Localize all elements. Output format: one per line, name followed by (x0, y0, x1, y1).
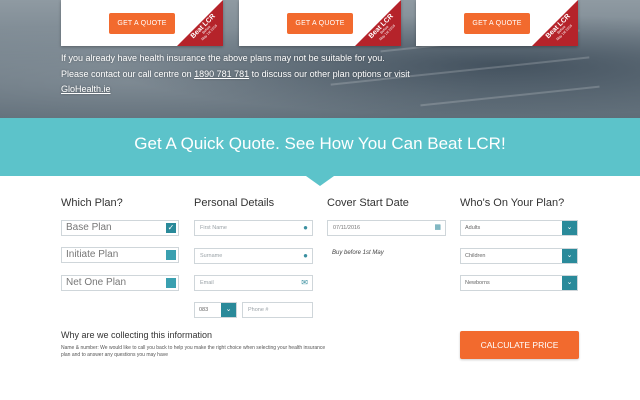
quick-quote-band: Get A Quick Quote. See How You Can Beat … (0, 118, 640, 186)
plan-option-label: Base Plan (66, 222, 112, 233)
call-centre-phone-link[interactable]: 1890 781 781 (194, 69, 249, 79)
envelope-icon: ✉ (301, 278, 308, 287)
first-name-placeholder: First Name (200, 225, 227, 231)
email-field[interactable]: Email ✉ (194, 275, 313, 291)
cover-start-date-field[interactable]: 07/11/2016 ▦ (327, 220, 446, 236)
notice-line-1: If you already have health insurance the… (61, 53, 385, 63)
cover-start-date-title: Cover Start Date (327, 197, 409, 209)
adults-select[interactable]: Adults ⌄ (460, 220, 578, 236)
band-pointer (306, 176, 334, 186)
chevron-down-icon[interactable]: ⌄ (562, 276, 577, 290)
calculate-price-button[interactable]: CALCULATE PRICE (460, 331, 579, 359)
plan-card: GET A QUOTE Beat LCR Before May 1st 2016 (416, 0, 578, 46)
why-collecting-title: Why are we collecting this information (61, 330, 213, 340)
chevron-down-icon[interactable]: ⌄ (562, 249, 577, 263)
newborns-select[interactable]: Newborns ⌄ (460, 275, 578, 291)
email-placeholder: Email (200, 280, 214, 286)
person-icon: ● (303, 223, 308, 232)
glohealth-link[interactable]: GloHealth.ie (61, 82, 481, 98)
plan-option-label: Net One Plan (66, 277, 127, 288)
get-a-quote-button[interactable]: GET A QUOTE (464, 13, 530, 34)
notice-line-2-suffix: to discuss our other plan options or vis… (249, 68, 410, 79)
notice-line-2-prefix: Please contact our call centre on (61, 68, 195, 79)
buy-before-note: Buy before 1st May (332, 250, 384, 256)
quick-quote-heading: Get A Quick Quote. See How You Can Beat … (134, 134, 506, 153)
why-collecting-body: Name & number: We would like to call you… (61, 345, 326, 358)
cover-start-date-value: 07/11/2016 (333, 225, 361, 231)
whos-on-plan-title: Who's On Your Plan? (460, 197, 565, 209)
plan-option-initiate[interactable]: Initiate Plan (61, 247, 179, 263)
surname-field[interactable]: Surname ● (194, 248, 313, 264)
which-plan-title: Which Plan? (61, 197, 123, 209)
phone-prefix-select[interactable]: 083 ⌄ (194, 302, 237, 318)
surname-placeholder: Surname (200, 253, 223, 259)
unchecked-checkbox-icon[interactable] (166, 250, 176, 260)
adults-select-value: Adults (465, 225, 481, 231)
phone-prefix-value: 083 (199, 307, 209, 313)
checked-checkbox-icon[interactable]: ✓ (166, 223, 176, 233)
calendar-icon[interactable]: ▦ (434, 224, 441, 232)
first-name-field[interactable]: First Name ● (194, 220, 313, 236)
phone-placeholder: Phone # (248, 307, 269, 313)
notice-line-2: Please contact our call centre on 1890 7… (61, 67, 481, 83)
get-a-quote-button[interactable]: GET A QUOTE (287, 13, 353, 34)
plan-option-label: Initiate Plan (66, 249, 119, 260)
plan-option-base[interactable]: Base Plan ✓ (61, 220, 179, 236)
plan-card: GET A QUOTE Beat LCR Before May 1st 2016 (239, 0, 401, 46)
hero-banner: GET A QUOTE Beat LCR Before May 1st 2016… (0, 0, 640, 118)
unchecked-checkbox-icon[interactable] (166, 278, 176, 288)
personal-details-title: Personal Details (194, 197, 275, 209)
plan-card: GET A QUOTE Beat LCR Before May 1st 2016 (61, 0, 223, 46)
newborns-select-value: Newborns (465, 280, 490, 286)
person-icon: ● (303, 251, 308, 260)
children-select-value: Children (465, 253, 486, 259)
phone-number-field[interactable]: Phone # (242, 302, 313, 318)
plan-option-net-one[interactable]: Net One Plan (61, 275, 179, 291)
get-a-quote-button[interactable]: GET A QUOTE (109, 13, 175, 34)
chevron-down-icon[interactable]: ⌄ (221, 303, 236, 317)
chevron-down-icon[interactable]: ⌄ (562, 221, 577, 235)
children-select[interactable]: Children ⌄ (460, 248, 578, 264)
existing-insurance-notice: If you already have health insurance the… (61, 51, 481, 98)
